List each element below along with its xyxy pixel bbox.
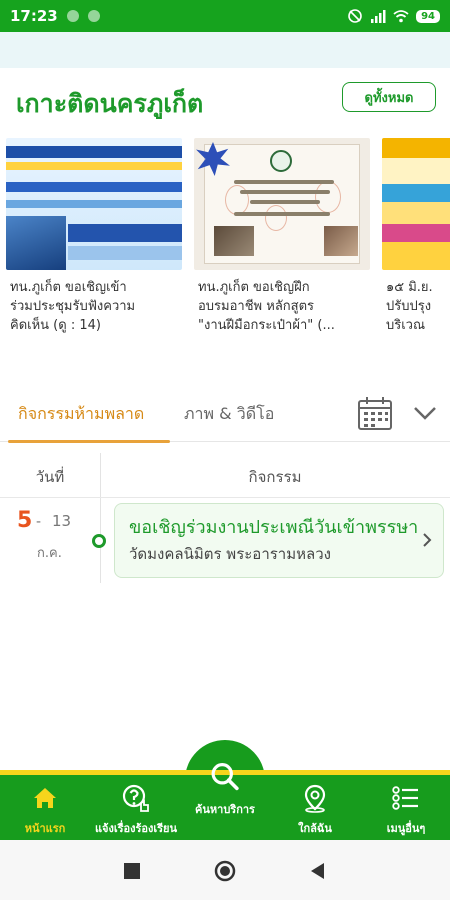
news-caption: ทน.ภูเก็ต ขอเชิญฝึก อบรมอาชีพ หลักสูตร "… <box>194 278 370 335</box>
report-question-icon <box>122 784 149 812</box>
news-card[interactable]: ๑๕ มิ.ย. ปรับปรุง บริเวณ <box>382 138 450 335</box>
news-thumbnail <box>382 138 450 270</box>
nav-nearby[interactable]: ใกล้ฉัน <box>280 775 350 840</box>
signal-icon <box>371 10 386 23</box>
mute-icon <box>348 9 362 23</box>
nav-search[interactable]: ค้นหาบริการ <box>185 753 265 818</box>
caption-line: ทน.ภูเก็ต ขอเชิญเข้า <box>10 280 127 295</box>
notification-dot-icon <box>87 10 100 22</box>
header-divider <box>0 497 450 498</box>
calendar-icon[interactable] <box>356 394 394 432</box>
news-section-header: เกาะติดนครภูเก็ต ดูทั้งหมด <box>0 68 450 130</box>
nav-home-label: หน้าแรก <box>24 822 66 835</box>
event-end-day: 13 <box>52 512 72 530</box>
news-card[interactable]: ทน.ภูเก็ต ขอเชิญเข้า ร่วมประชุมรับฟังควา… <box>6 138 182 335</box>
nav-home[interactable]: หน้าแรก <box>10 775 80 840</box>
home-icon <box>34 788 56 808</box>
caption-line: ทน.ภูเก็ต ขอเชิญฝึก <box>198 280 310 295</box>
caption-line: ร่วมประชุมรับฟังความ <box>10 299 136 314</box>
caption-line: คิดเห็น (ดู : 14) <box>10 318 101 333</box>
activity-table-header: วันที่ กิจกรรม <box>0 453 450 497</box>
nav-search-label: ค้นหาบริการ <box>195 803 255 816</box>
notification-dot-icon <box>66 10 79 22</box>
header-band <box>0 32 450 68</box>
column-divider <box>100 453 101 583</box>
recents-square-icon[interactable] <box>121 860 143 882</box>
timeline-dot-icon <box>92 534 106 548</box>
home-circle-icon[interactable] <box>214 860 236 882</box>
caption-line: ปรับปรุง <box>386 299 432 314</box>
news-caption: ทน.ภูเก็ต ขอเชิญเข้า ร่วมประชุมรับฟังควา… <box>6 278 182 335</box>
system-nav-bar <box>0 840 450 900</box>
nav-more[interactable]: เมนูอื่นๆ <box>366 775 446 840</box>
event-title: ขอเชิญร่วมงานประเพณีวันเข้าพรรษา <box>129 517 419 538</box>
event-date-separator: - <box>36 514 42 530</box>
status-time: 17:23 <box>10 7 58 25</box>
chevron-down-icon[interactable] <box>410 398 440 428</box>
nav-report[interactable]: แจ้งเรื่องร้องเรียน <box>86 775 186 840</box>
event-card[interactable]: ขอเชิญร่วมงานประเพณีวันเข้าพรรษา วัดมงคล… <box>114 503 444 578</box>
event-location: วัดมงคลนิมิตร พระอารามหลวง <box>129 545 331 563</box>
activity-tabs: กิจกรรมห้ามพลาด ภาพ & วิดีโอ <box>0 388 450 443</box>
column-header-activity: กิจกรรม <box>248 468 302 486</box>
nav-more-label: เมนูอื่นๆ <box>386 822 426 835</box>
section-title: เกาะติดนครภูเก็ต <box>16 89 204 118</box>
nav-nearby-label: ใกล้ฉัน <box>298 822 332 835</box>
chevron-right-icon <box>423 533 432 547</box>
caption-line: อบรมอาชีพ หลักสูตร <box>198 299 315 314</box>
caption-line: บริเวณ <box>386 318 426 333</box>
event-date: 5 - 13 ก.ค. <box>0 508 100 568</box>
caption-line: ๑๕ มิ.ย. <box>386 280 433 295</box>
nav-report-label: แจ้งเรื่องร้องเรียน <box>94 822 178 835</box>
news-carousel[interactable]: ทน.ภูเก็ต ขอเชิญเข้า ร่วมประชุมรับฟังควา… <box>0 138 450 338</box>
tab-activities[interactable]: กิจกรรมห้ามพลาด <box>18 402 144 427</box>
back-triangle-icon[interactable] <box>307 860 329 882</box>
tab-active-indicator <box>8 440 170 443</box>
news-caption: ๑๕ มิ.ย. ปรับปรุง บริเวณ <box>382 278 450 335</box>
search-icon <box>211 763 239 791</box>
location-pin-icon <box>304 784 326 813</box>
bottom-nav: หน้าแรก แจ้งเรื่องร้องเรียน ค้นหาบริการ … <box>0 763 450 840</box>
caption-line: "งานฝีมือกระเป๋าผ้า" (... <box>198 318 335 333</box>
status-bar: 17:23 94 <box>0 0 450 32</box>
battery-indicator: 94 <box>416 9 440 23</box>
news-card[interactable]: ทน.ภูเก็ต ขอเชิญฝึก อบรมอาชีพ หลักสูตร "… <box>194 138 370 335</box>
column-header-date: วันที่ <box>35 468 65 486</box>
event-month: ก.ค. <box>37 546 62 561</box>
news-thumbnail <box>6 138 182 270</box>
tab-photos-videos[interactable]: ภาพ & วิดีโอ <box>184 402 274 427</box>
event-start-day: 5 <box>17 508 33 533</box>
wifi-icon <box>393 10 409 23</box>
menu-list-icon <box>392 786 418 810</box>
see-all-button[interactable]: ดูทั้งหมด <box>342 82 436 112</box>
news-thumbnail <box>194 138 370 270</box>
